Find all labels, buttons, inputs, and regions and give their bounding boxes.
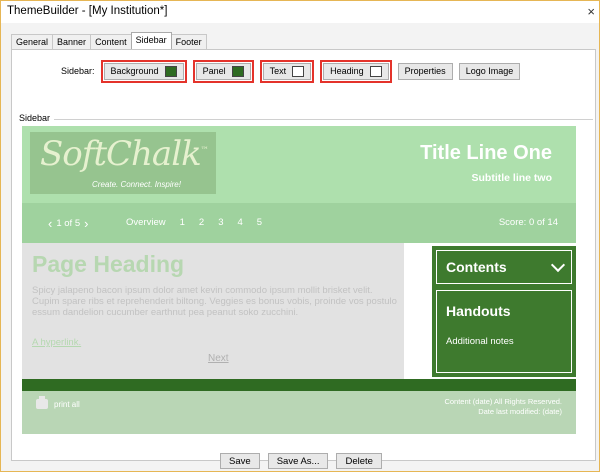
tab-banner[interactable]: Banner <box>52 34 92 49</box>
preview-content: Page Heading Spicy jalapeno bacon ipsum … <box>22 243 404 379</box>
page-counter: 1 of 5 <box>56 218 81 229</box>
page-link-3[interactable]: 3 <box>218 217 223 228</box>
preview-subtitle: Subtitle line two <box>471 172 553 184</box>
page-links: Overview 1 2 3 4 5 <box>126 217 276 228</box>
logo-text: SoftChalk™ <box>40 134 209 174</box>
page-link-2[interactable]: 2 <box>199 217 204 228</box>
print-all-label: print all <box>54 399 80 409</box>
background-highlight: Background <box>100 59 187 83</box>
tab-sidebar[interactable]: Sidebar <box>130 32 172 50</box>
contents-panel[interactable]: Contents <box>436 250 572 284</box>
page-link-4[interactable]: 4 <box>237 217 242 228</box>
close-icon[interactable]: × <box>587 4 595 19</box>
tab-strip: General Banner Content Sidebar Footer <box>11 32 207 50</box>
dialog-buttons: Save Save As... Delete <box>1 453 600 469</box>
overview-link[interactable]: Overview <box>126 217 166 228</box>
body-text: Spicy jalapeno bacon ipsum dolor amet ke… <box>32 285 397 318</box>
tab-footer[interactable]: Footer <box>170 34 207 49</box>
prev-page-icon[interactable]: ‹ <box>48 216 52 231</box>
handouts-panel: Handouts Additional notes <box>436 290 572 373</box>
next-link[interactable]: Next <box>208 353 229 364</box>
text-color-button[interactable]: Text <box>262 62 312 80</box>
next-page-icon[interactable]: › <box>84 216 88 231</box>
sidebar-label: Sidebar: <box>61 66 95 76</box>
save-as-button[interactable]: Save As... <box>267 453 329 469</box>
score-readout: Score: 0 of 14 <box>498 217 558 228</box>
tab-content[interactable]: Content <box>90 34 132 49</box>
contents-heading: Contents <box>446 259 507 275</box>
copyright-notice: Content (date) All Rights Reserved. Date… <box>444 397 562 417</box>
sidebar-panel: Contents Handouts Additional notes <box>432 246 576 377</box>
handouts-notes: Additional notes <box>446 336 514 347</box>
text-highlight: Text <box>259 59 315 83</box>
page-pager: ‹ 1 of 5 › <box>44 216 92 231</box>
window-title: ThemeBuilder - [My Institution*] <box>7 5 168 17</box>
background-button-label: Background <box>110 66 159 76</box>
logo-tagline: Create. Connect. Inspire! <box>92 180 181 189</box>
heading-color-swatch <box>369 65 382 77</box>
preview-footer: print all Content (date) All Rights Rese… <box>22 391 576 434</box>
sample-hyperlink[interactable]: A hyperlink. <box>32 337 81 348</box>
page-heading: Page Heading <box>32 251 185 277</box>
delete-button[interactable]: Delete <box>336 453 382 469</box>
panel-highlight: Panel <box>192 59 254 83</box>
footer-accent-bar <box>22 379 576 391</box>
theme-preview: SoftChalk™ Create. Connect. Inspire! Tit… <box>22 126 576 434</box>
handouts-heading: Handouts <box>446 303 511 319</box>
panel-color-button[interactable]: Panel <box>195 62 251 80</box>
heading-highlight: Heading <box>320 59 392 83</box>
printer-icon <box>36 396 48 409</box>
panel-color-swatch <box>231 65 244 77</box>
preview-navbar: ‹ 1 of 5 › Overview 1 2 3 4 5 Score: 0 o… <box>22 203 576 243</box>
text-color-swatch <box>292 65 305 77</box>
print-all[interactable]: print all <box>36 396 80 409</box>
chevron-down-icon <box>550 257 566 273</box>
heading-color-button[interactable]: Heading <box>323 62 389 80</box>
properties-button[interactable]: Properties <box>397 62 453 80</box>
sidebar-fieldset-label: Sidebar <box>19 113 55 123</box>
sidebar-controls: Sidebar: Background Panel Text Heading P… <box>61 59 526 83</box>
page-link-1[interactable]: 1 <box>180 217 185 228</box>
tab-general[interactable]: General <box>11 34 54 49</box>
background-color-button[interactable]: Background <box>103 62 184 80</box>
preview-banner: SoftChalk™ Create. Connect. Inspire! Tit… <box>22 126 576 203</box>
fieldset-divider <box>53 119 593 120</box>
save-button[interactable]: Save <box>220 453 260 469</box>
heading-button-label: Heading <box>330 66 364 76</box>
page-link-5[interactable]: 5 <box>257 217 262 228</box>
background-color-swatch <box>164 65 177 77</box>
preview-title: Title Line One <box>420 142 552 164</box>
title-bar: ThemeBuilder - [My Institution*] × <box>1 1 599 23</box>
text-button-label: Text <box>269 66 287 76</box>
copyright-line-2: Date last modified: (date) <box>478 407 562 416</box>
logo-image-button[interactable]: Logo Image <box>458 62 521 80</box>
preview-sidebar: Contents Handouts Additional notes <box>404 243 576 379</box>
themebuilder-window: ThemeBuilder - [My Institution*] × Gener… <box>0 0 600 472</box>
copyright-line-1: Content (date) All Rights Reserved. <box>444 397 562 406</box>
panel-button-label: Panel <box>202 66 226 76</box>
softchalk-logo: SoftChalk™ Create. Connect. Inspire! <box>30 132 216 194</box>
